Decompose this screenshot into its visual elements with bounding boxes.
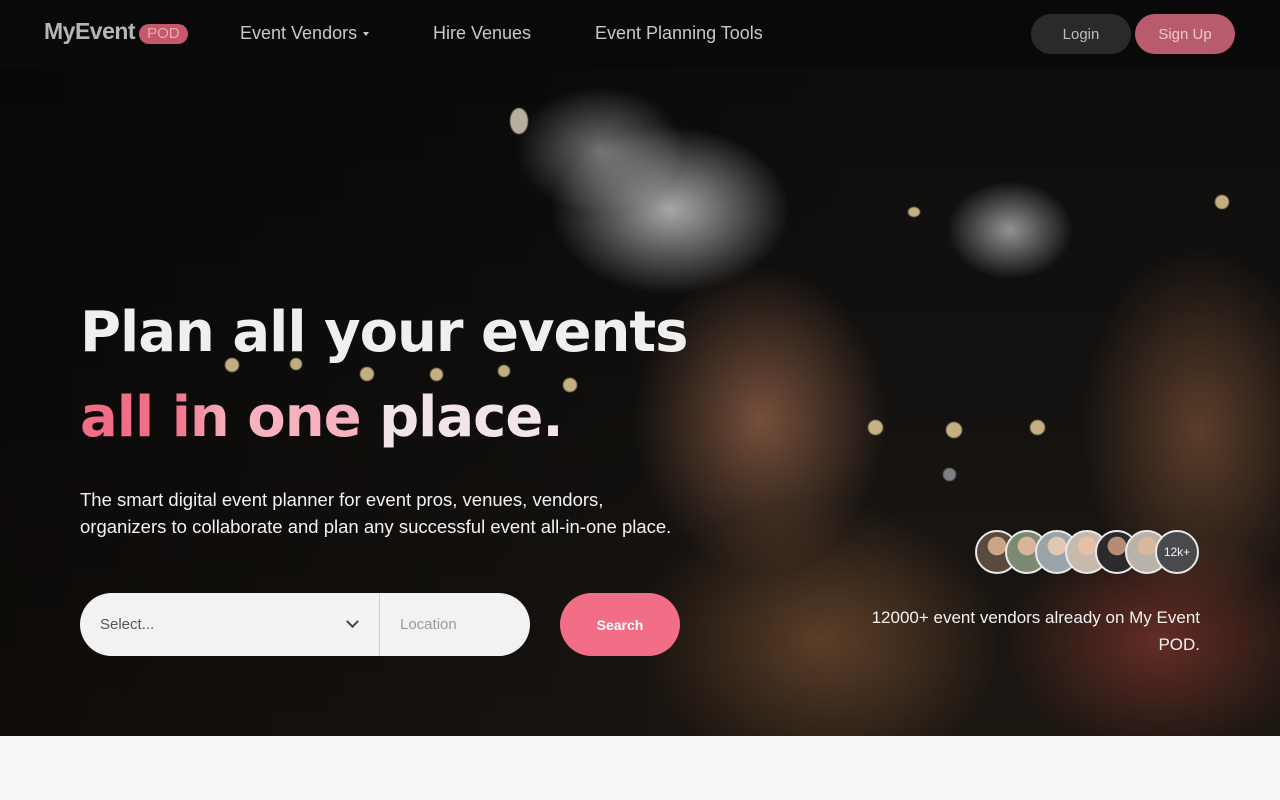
chevron-down-icon — [346, 615, 359, 629]
caret-down-icon — [363, 31, 370, 36]
bokeh-light — [868, 420, 883, 435]
vendor-avatars: 12k+ — [975, 530, 1201, 574]
vendor-category-select[interactable]: Select... — [80, 593, 380, 656]
bokeh-light — [1215, 195, 1229, 209]
location-input[interactable] — [380, 593, 530, 656]
bokeh-light — [563, 378, 577, 392]
vendors-count-text: 12000+ event vendors already on My Event… — [871, 608, 1200, 654]
select-placeholder: Select... — [100, 616, 155, 633]
nav-event-vendors[interactable]: Event Vendors — [240, 23, 370, 44]
headline-line-2: all in one place. — [80, 390, 564, 446]
headline-word-all: all — [80, 385, 154, 450]
brand-logo[interactable]: MyEvent POD — [44, 18, 188, 45]
bokeh-light — [943, 468, 956, 481]
signup-button[interactable]: Sign Up — [1135, 14, 1235, 54]
headline-line-1: Plan all your events — [80, 300, 688, 365]
login-button[interactable]: Login — [1031, 14, 1131, 54]
headline-word-one: one — [247, 385, 361, 450]
search-button[interactable]: Search — [560, 593, 680, 656]
brand-name: MyEvent — [44, 18, 136, 44]
hero-headline: Plan all your events all in one place. — [80, 300, 688, 446]
brand-badge: POD — [139, 23, 188, 44]
headline-word-in: in — [171, 385, 230, 450]
bokeh-light — [510, 108, 528, 134]
headline-word-place: place. — [379, 385, 564, 450]
nav-event-planning-tools[interactable]: Event Planning Tools — [595, 23, 763, 44]
hero-subtext: The smart digital event planner for even… — [80, 489, 672, 537]
nav-hire-venues-label: Hire Venues — [433, 23, 532, 43]
nav-event-planning-tools-label: Event Planning Tools — [595, 23, 763, 43]
nav-event-vendors-label: Event Vendors — [240, 23, 358, 43]
bokeh-light — [360, 367, 374, 381]
search-bar: Select... — [80, 593, 530, 656]
bokeh-light — [498, 365, 510, 377]
bokeh-light — [946, 422, 962, 438]
bokeh-light — [908, 207, 920, 217]
top-navbar: MyEvent POD Event Vendors Hire Venues Ev… — [0, 0, 1280, 68]
bokeh-light — [1030, 420, 1045, 435]
nav-hire-venues[interactable]: Hire Venues — [433, 23, 531, 44]
bokeh-light — [430, 368, 443, 381]
avatar-count-badge: 12k+ — [1155, 530, 1199, 574]
